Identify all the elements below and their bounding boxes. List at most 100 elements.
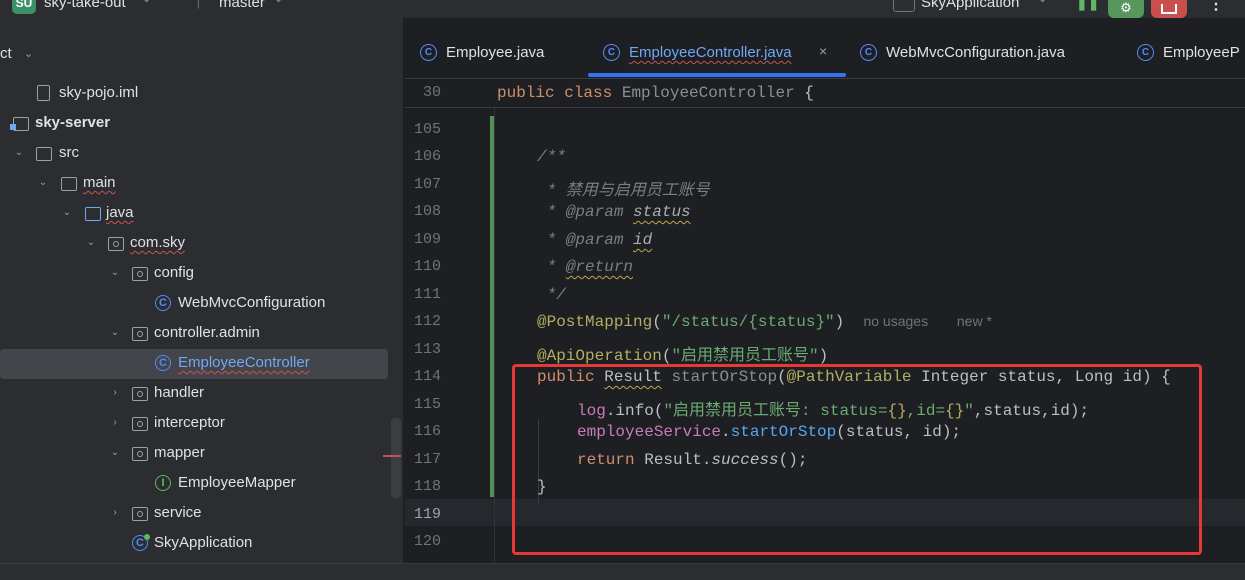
tree-item[interactable]: ⌄ controller.admin (0, 319, 388, 349)
tree-item[interactable]: ⌄ src (0, 139, 388, 169)
sticky-line[interactable]: 30 public class EmployeeController { (405, 79, 1245, 108)
tree-item[interactable]: sky-pojo.iml (0, 79, 388, 109)
stop-button[interactable] (1151, 0, 1187, 18)
line-number: 30 (422, 84, 441, 101)
code-line[interactable]: */ (537, 286, 566, 304)
chevron-down-icon[interactable]: ⌄ (12, 147, 26, 158)
paren: ( (652, 313, 662, 331)
chevron-right-icon[interactable]: › (108, 417, 122, 428)
line-number: 118 (413, 478, 441, 495)
chevron-down-icon[interactable]: ⌄ (274, 0, 283, 5)
branch-name[interactable]: master (219, 0, 265, 11)
debug-button[interactable]: ⚙ (1108, 0, 1144, 18)
tree-item-label: config (154, 264, 195, 281)
javadoc-param: id (633, 231, 653, 249)
project-badge[interactable]: SU (12, 0, 36, 14)
tree-item[interactable]: ⌄ main (0, 169, 388, 199)
usages-hint[interactable]: no usages (863, 313, 928, 329)
chevron-right-icon[interactable]: › (108, 507, 122, 518)
bug-icon: ⚙ (1120, 0, 1132, 15)
paren: ) (818, 347, 829, 365)
code-line[interactable]: @ApiOperation("启用禁用员工账号") (537, 341, 828, 365)
chevron-down-icon[interactable]: ⌄ (60, 207, 74, 218)
code-line[interactable]: * @param status (537, 203, 691, 221)
comment-star: * (537, 203, 566, 221)
string-literal: "/status/{status}" (661, 313, 835, 331)
code-line[interactable]: * @return (537, 258, 633, 276)
tree-item[interactable]: ⌄ mapper (0, 439, 388, 469)
annotation-highlight-box (512, 364, 1202, 555)
stop-icon (1161, 4, 1177, 14)
tree-item-label: WebMvcConfiguration (178, 294, 326, 311)
line-number: 115 (413, 396, 441, 413)
tree-item-label: sky-server (35, 114, 111, 131)
tree-item[interactable]: › handler (0, 379, 388, 409)
project-name[interactable]: sky-take-out (44, 0, 126, 11)
chevron-right-icon[interactable]: › (108, 387, 122, 398)
package-icon (132, 327, 148, 341)
code-line[interactable]: * @param id (537, 231, 653, 249)
editor: C Employee.java C EmployeeController.jav… (405, 18, 1245, 563)
line-number: 105 (413, 121, 441, 138)
line-number-current: 119 (413, 506, 441, 523)
javadoc-tag: @param (565, 203, 624, 221)
tree-item-selected[interactable]: C EmployeeController (0, 349, 388, 379)
folder-icon (61, 177, 77, 191)
tree-item-label: com.sky (130, 234, 186, 251)
tree-item[interactable]: › service (0, 499, 388, 529)
line-number: 106 (413, 148, 441, 165)
chevron-down-icon[interactable]: ⌄ (108, 447, 122, 458)
tree-item[interactable]: ⌄ com.sky (0, 229, 388, 259)
code-line[interactable]: @PostMapping("/status/{status}") no usag… (537, 313, 992, 331)
code-area[interactable]: 30 public class EmployeeController { 105… (405, 79, 1245, 563)
tab-label: Employee.java (446, 44, 545, 61)
more-icon[interactable]: ⋮ (1208, 0, 1224, 14)
class-icon: C (420, 44, 437, 61)
code-line[interactable]: * 禁用与启用员工账号 (537, 176, 710, 200)
author-hint[interactable]: new * (957, 313, 992, 329)
chevron-down-icon[interactable]: ⌄ (108, 327, 122, 338)
line-number: 111 (413, 286, 441, 303)
sidebar-scrollbar[interactable] (391, 418, 401, 498)
chevron-down-icon[interactable]: ⌄ (24, 47, 33, 60)
chevron-down-icon[interactable]: ⌄ (36, 177, 50, 188)
line-number: 114 (413, 368, 441, 385)
editor-tabs: C Employee.java C EmployeeController.jav… (405, 18, 1245, 79)
tree-item[interactable]: I EmployeeMapper (0, 469, 388, 499)
javadoc-param: status (633, 203, 691, 221)
tree-item-label: sky-pojo.iml (59, 84, 139, 101)
chevron-down-icon[interactable]: ⌄ (108, 267, 122, 278)
comment-star: * (537, 258, 566, 276)
branch-icon[interactable]: ᛉ (194, 0, 202, 10)
pause-icon[interactable]: ❚❚ (1076, 0, 1099, 11)
run-config-name[interactable]: SkyApplication (921, 0, 1019, 11)
tree-item-label: controller.admin (154, 324, 260, 341)
line-number: 109 (413, 231, 441, 248)
chevron-down-icon[interactable]: ⌄ (1038, 0, 1047, 5)
source-folder-icon (85, 207, 101, 221)
project-panel-title[interactable]: ct (0, 45, 12, 62)
tree-item-label: handler (154, 384, 205, 401)
tree-item[interactable]: ⌄ config (0, 259, 388, 289)
tree-item-label: EmployeeController (178, 354, 310, 371)
tab-label: WebMvcConfiguration.java (886, 44, 1065, 61)
tree-item[interactable]: ⌄ java (0, 199, 388, 229)
line-number: 112 (413, 313, 441, 330)
chevron-down-icon[interactable]: ⌄ (84, 237, 98, 248)
folder-icon (36, 147, 52, 161)
chevron-down-icon[interactable]: ⌄ (142, 0, 151, 5)
tree-item[interactable]: › interceptor (0, 409, 388, 439)
file-icon (37, 85, 50, 101)
tree-item[interactable]: C SkyApplication (0, 529, 388, 559)
tree-item[interactable]: sky-server (0, 109, 388, 139)
class-icon: C (860, 44, 877, 61)
close-icon[interactable]: × (819, 43, 827, 59)
tree-item[interactable]: C WebMvcConfiguration (0, 289, 388, 319)
title-bar: SU sky-take-out ⌄ ᛉ master ⌄ SkyApplicat… (0, 0, 1245, 18)
paren: ) (834, 313, 845, 331)
project-tool-window: ct ⌄ sky-pojo.iml sky-server ⌄ src ⌄ mai… (0, 18, 403, 563)
code-line[interactable]: /** (537, 148, 566, 166)
string-literal: "启用禁用员工账号" (671, 347, 819, 365)
run-config-icon[interactable] (893, 0, 915, 12)
status-bar (0, 563, 1245, 580)
